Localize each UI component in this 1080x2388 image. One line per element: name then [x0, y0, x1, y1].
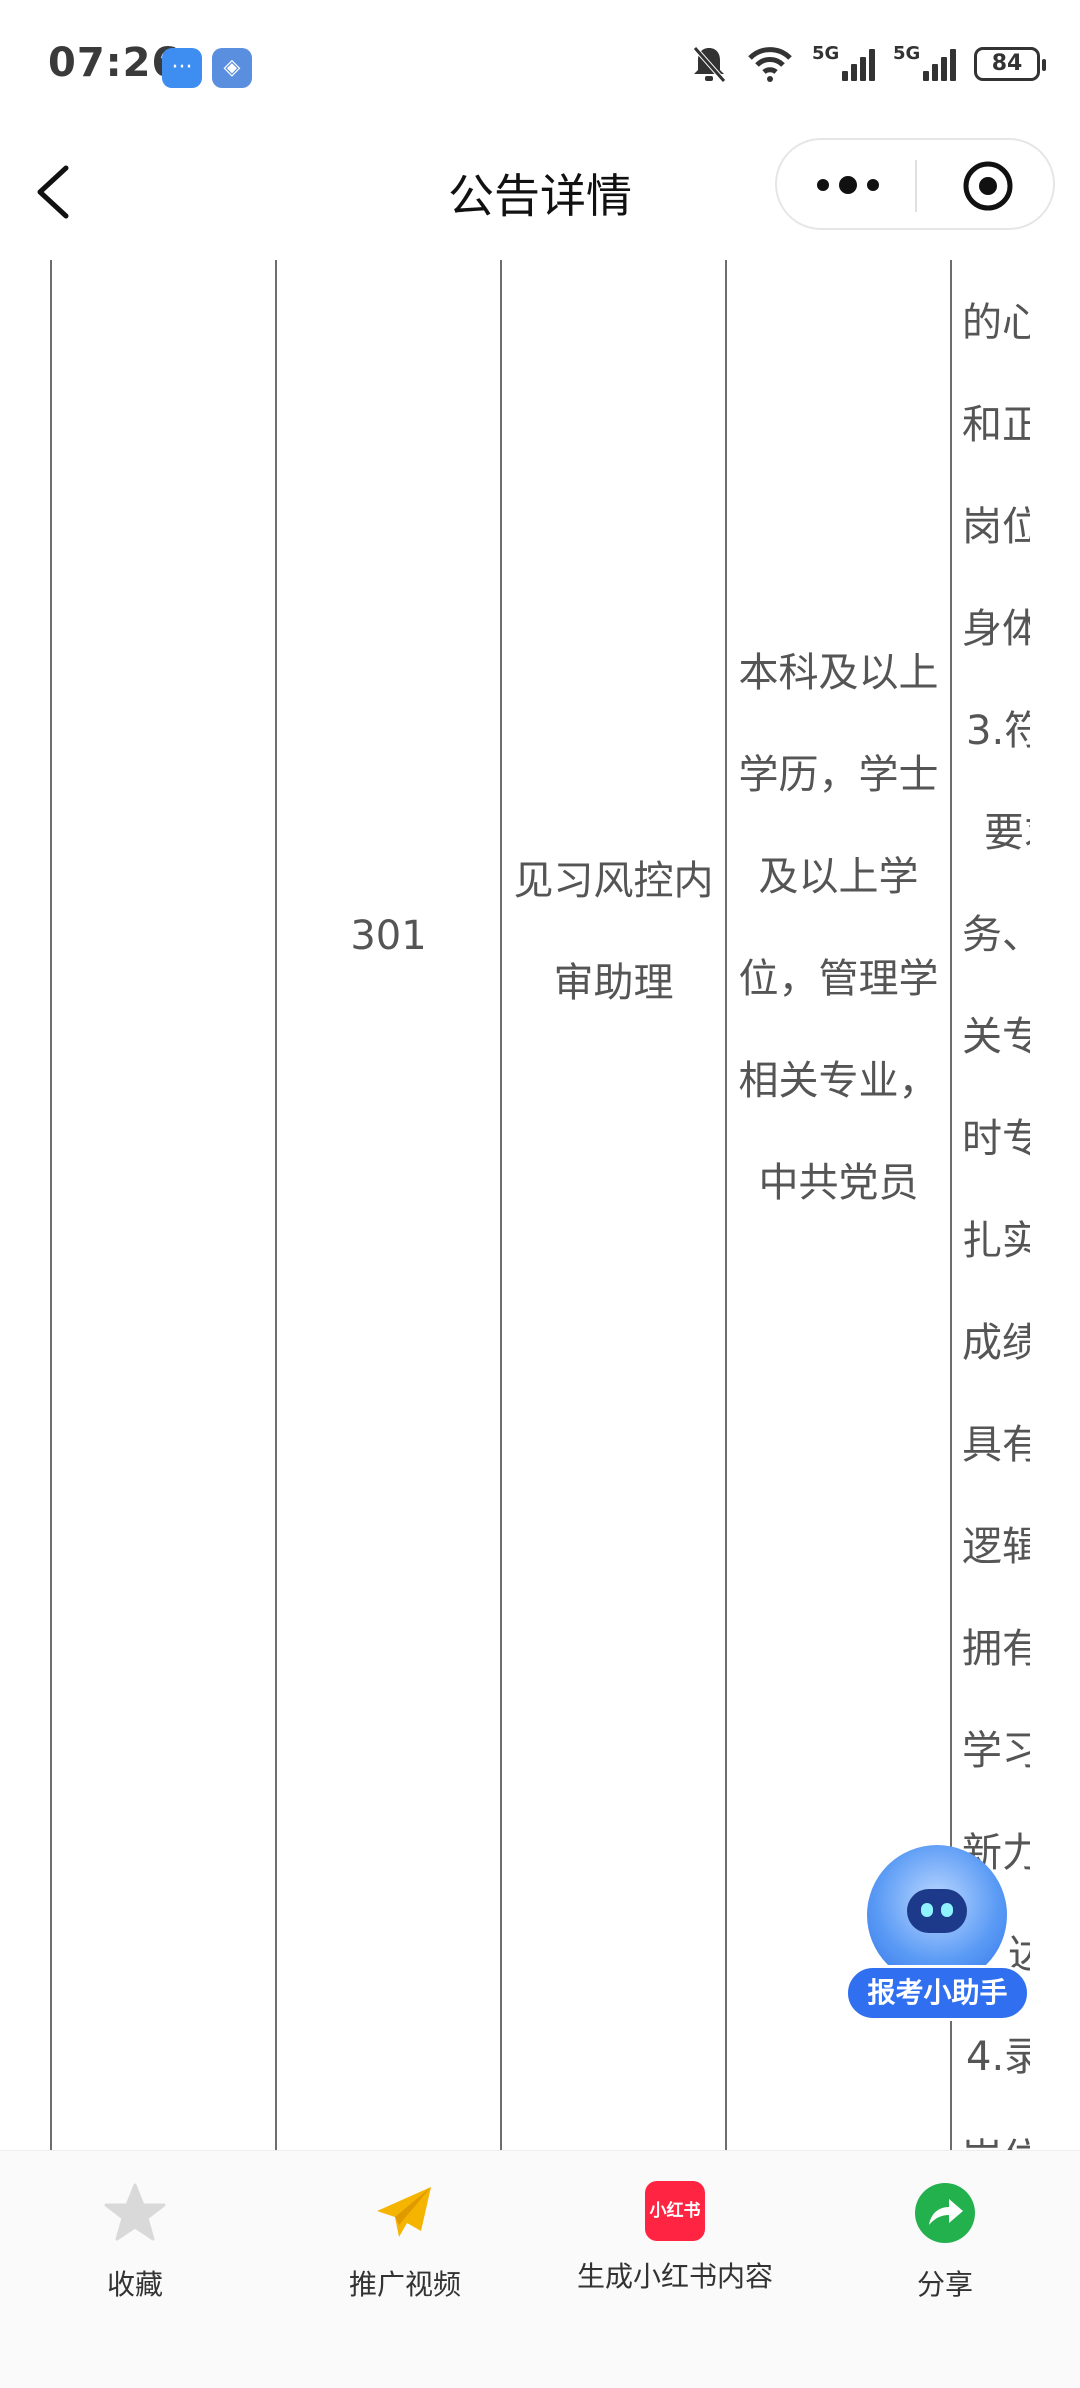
truncated-line: 逻辑 — [962, 1524, 1030, 1570]
position-code-cell: 301 — [350, 913, 427, 959]
position-name-line: 见习风控内 — [513, 858, 714, 904]
status-icons: 5G 5G 84 — [690, 43, 1046, 84]
truncated-line: 岗位 — [962, 504, 1030, 550]
paper-plane-icon — [377, 2187, 431, 2237]
more-options-icon[interactable] — [817, 176, 879, 194]
position-name-cell: 见习风控内 审助理 — [502, 830, 725, 1034]
truncated-line: 拥有 — [962, 1626, 1030, 1672]
signal-label: 5G — [812, 43, 840, 64]
wifi-icon — [748, 47, 792, 82]
position-name-line: 审助理 — [553, 960, 674, 1006]
signal-label: 5G — [893, 43, 921, 64]
truncated-line: 具有 — [962, 1422, 1030, 1468]
requirements-line: 中共党员 — [758, 1160, 919, 1206]
favorite-label: 收藏 — [106, 2268, 163, 2301]
close-mini-program-icon[interactable] — [962, 160, 1014, 212]
requirements-line: 本科及以上 — [738, 650, 939, 696]
bulb-app-icon: ◈ — [212, 48, 252, 88]
truncated-line: 成绩 — [962, 1320, 1030, 1366]
share-label: 分享 — [916, 2268, 973, 2301]
truncated-line: 3.符 — [966, 708, 1030, 754]
status-time: 07:26 — [48, 40, 181, 86]
exam-assistant-button[interactable]: 报考小助手 — [845, 1845, 1030, 2030]
battery-icon: 84 — [974, 47, 1046, 81]
truncated-line: 的心 — [962, 300, 1030, 346]
promo-video-label: 推广视频 — [348, 2268, 461, 2301]
truncated-line: 时专 — [962, 1116, 1030, 1162]
share-icon — [915, 2183, 975, 2243]
xiaohongshu-icon-text: 小红书 — [649, 2201, 701, 2221]
generate-xiaohongshu-button[interactable]: 小红书 生成小红书内容 — [555, 2181, 795, 2295]
truncated-line: 学习 — [962, 1728, 1030, 1774]
promo-video-button[interactable]: 推广视频 — [285, 2181, 525, 2303]
bottom-toolbar: 收藏 推广视频 小红书 生成小红书内容 分享 — [0, 2150, 1080, 2388]
requirements-line: 位，管理学 — [738, 956, 939, 1002]
truncated-line: 要求 — [984, 810, 1030, 856]
status-bar: 07:26 ··· ◈ 5G 5G 84 — [0, 0, 1080, 130]
capsule-divider — [915, 160, 917, 212]
signal-5g-icon-2: 5G — [893, 43, 956, 81]
truncated-line: 岗位 — [962, 2126, 1030, 2150]
message-app-icon: ··· — [162, 48, 202, 88]
requirements-line: 学历，学士 — [738, 752, 939, 798]
mini-program-capsule — [775, 138, 1055, 230]
generate-xiaohongshu-label: 生成小红书内容 — [576, 2260, 773, 2293]
mute-bell-icon — [693, 46, 726, 83]
requirements-line: 及以上学 — [758, 854, 919, 900]
favorite-button[interactable]: 收藏 — [15, 2181, 255, 2303]
robot-avatar-icon — [867, 1845, 1007, 1985]
requirements-cell: 本科及以上 学历，学士 及以上学 位，管理学 相关专业， 中共党员 — [727, 622, 950, 1234]
nav-bar: 公告详情 — [0, 130, 1080, 260]
xiaohongshu-icon: 小红书 — [645, 2181, 705, 2241]
signal-5g-icon-1: 5G — [812, 43, 875, 81]
truncated-line: 和正 — [962, 402, 1030, 448]
table-border — [275, 260, 277, 2150]
assistant-label: 报考小助手 — [845, 1965, 1030, 2021]
truncated-line: 4.录 — [966, 2034, 1030, 2080]
requirements-line: 相关专业， — [738, 1058, 939, 1104]
truncated-line: 务、 — [962, 912, 1030, 958]
truncated-line: 扎实 — [962, 1218, 1030, 1264]
truncated-line: 关专 — [962, 1014, 1030, 1060]
table-border — [50, 260, 52, 2150]
star-icon — [104, 2183, 166, 2241]
share-button[interactable]: 分享 — [825, 2181, 1065, 2303]
table-border — [500, 260, 502, 2150]
truncated-line: 身体 — [962, 606, 1030, 652]
